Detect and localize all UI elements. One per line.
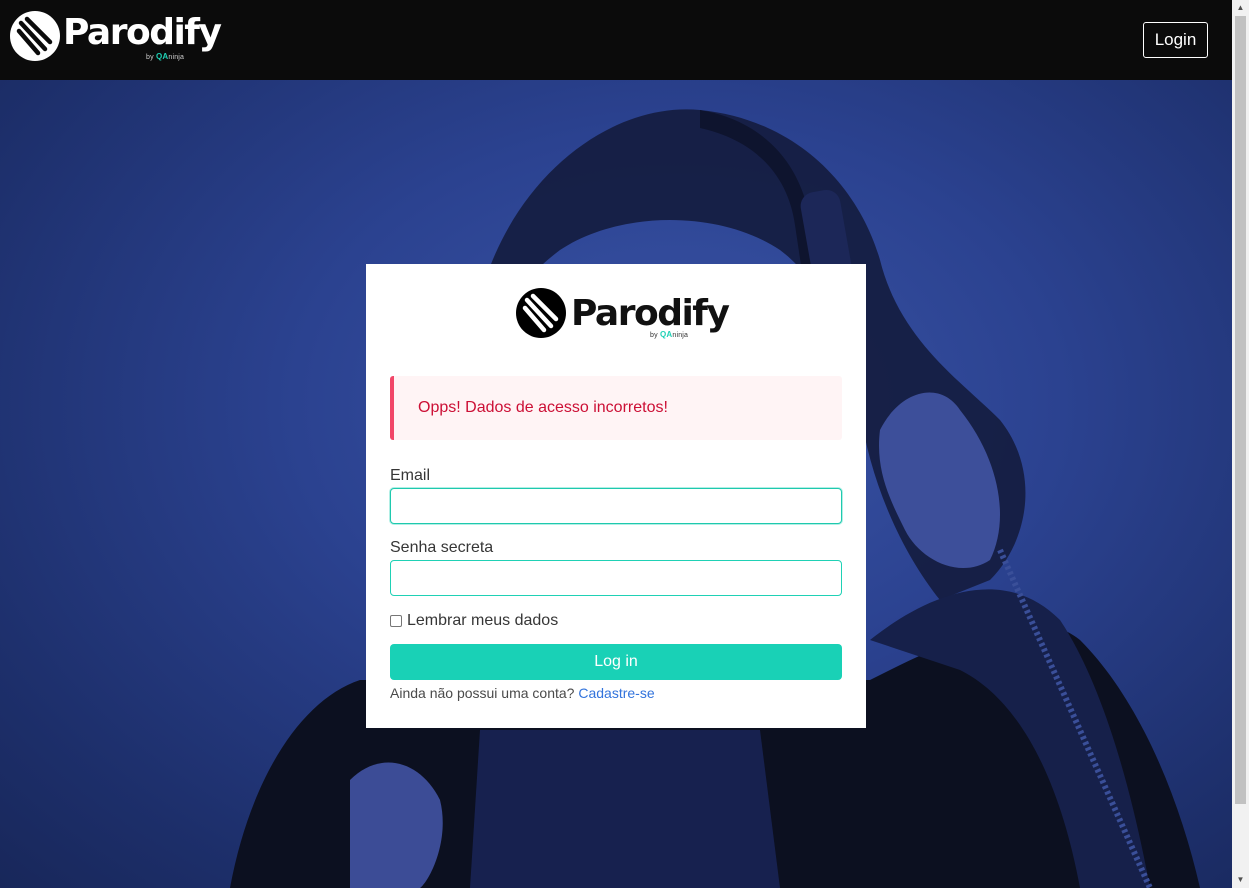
page-scrollbar[interactable]: ▲ ▼ xyxy=(1232,0,1249,888)
parodify-logo-icon xyxy=(10,11,60,61)
card-brand-name: Parodify xyxy=(571,293,730,334)
page: Parodify by QAninja Login ▲ ▼ Parodify b… xyxy=(0,0,1249,888)
card-brand-logo: Parodify by QAninja xyxy=(516,288,730,348)
error-alert-message: Opps! Dados de acesso incorretos! xyxy=(418,399,668,416)
email-label: Email xyxy=(390,467,431,484)
password-field[interactable] xyxy=(390,560,842,596)
brand-logo[interactable]: Parodify by QAninja xyxy=(10,10,222,62)
login-card: Parodify by QAninja Opps! Dados de acess… xyxy=(366,264,866,728)
error-alert: Opps! Dados de acesso incorretos! xyxy=(390,376,842,440)
parodify-logo-icon xyxy=(516,288,566,338)
navbar-login-button[interactable]: Login xyxy=(1143,22,1208,58)
card-brand-byline: by QAninja xyxy=(650,330,689,339)
remember-me-checkbox[interactable] xyxy=(390,615,402,627)
brand-byline: by QAninja xyxy=(146,52,185,61)
signup-prompt: Ainda não possui uma conta? Cadastre-se xyxy=(390,685,655,701)
signup-link[interactable]: Cadastre-se xyxy=(578,685,654,701)
signup-prompt-text: Ainda não possui uma conta? xyxy=(390,685,575,701)
remember-me-label: Lembrar meus dados xyxy=(407,612,559,629)
email-field[interactable] xyxy=(390,488,842,524)
top-navbar: Parodify by QAninja Login xyxy=(0,0,1232,80)
scrollbar-thumb[interactable] xyxy=(1235,16,1246,804)
password-label: Senha secreta xyxy=(390,539,494,556)
scroll-down-arrow-icon[interactable]: ▼ xyxy=(1232,872,1249,888)
remember-me[interactable]: Lembrar meus dados xyxy=(390,612,558,630)
scroll-up-arrow-icon[interactable]: ▲ xyxy=(1232,0,1249,16)
brand-name: Parodify xyxy=(63,12,222,53)
login-submit-button[interactable]: Log in xyxy=(390,644,842,680)
